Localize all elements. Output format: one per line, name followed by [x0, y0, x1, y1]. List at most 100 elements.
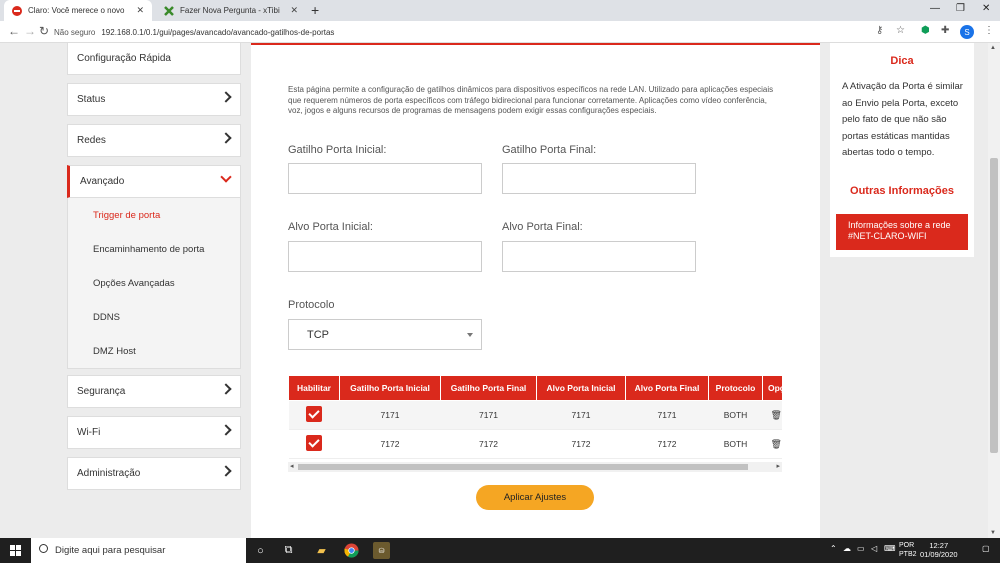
submenu-item-dmz-host[interactable]: DMZ Host: [68, 334, 240, 368]
trigger-start-input[interactable]: [288, 163, 482, 194]
chevron-right-icon: [220, 465, 232, 477]
target-end-input[interactable]: [502, 241, 696, 272]
chevron-right-icon: [220, 132, 232, 144]
keyboard-layout: PTB2: [899, 551, 917, 558]
network-icon[interactable]: ▭: [857, 544, 865, 553]
taskbar-search[interactable]: Digite aqui para pesquisar: [31, 538, 246, 563]
chevron-right-icon: [220, 91, 232, 103]
scroll-up-icon[interactable]: ▲: [990, 45, 996, 51]
page-description: Esta página permite a configuração de ga…: [288, 85, 774, 115]
column-header: Alvo Porta Final: [625, 375, 709, 401]
trash-icon[interactable]: 🗑: [771, 410, 782, 420]
sidebar-item-administracao[interactable]: Administração: [67, 457, 241, 490]
network-info-button[interactable]: Informações sobre a rede #NET-CLARO-WIFI: [836, 214, 968, 250]
table-cell: 7171: [625, 400, 709, 430]
column-header: Gatilho Porta Final: [440, 375, 537, 401]
trash-icon[interactable]: 🗑: [771, 439, 782, 449]
table-horizontal-scrollbar[interactable]: ◂ ▸: [288, 462, 782, 472]
windows-taskbar: Digite aqui para pesquisar ○ ⧉ ▰ ⛁ ⌃ ☁ ▭…: [0, 538, 1000, 563]
enable-checkbox[interactable]: [306, 435, 322, 451]
port-trigger-table: Habilitar Gatilho Porta Inicial Gatilho …: [288, 375, 782, 474]
notifications-icon[interactable]: ▢: [982, 544, 990, 553]
sidebar-item-label: Avançado: [80, 176, 125, 187]
column-header: Opções: [762, 375, 782, 401]
windows-start-icon[interactable]: [10, 545, 21, 556]
keyboard-icon[interactable]: ⌨: [884, 544, 896, 553]
sidebar-item-wifi[interactable]: Wi-Fi: [67, 416, 241, 449]
browser-tab-claro[interactable]: Claro: Você merece o novo ✕: [4, 0, 152, 21]
table-cell: 7171: [339, 400, 441, 430]
reload-icon[interactable]: ↻: [39, 24, 49, 38]
column-header: Alvo Porta Inicial: [536, 375, 626, 401]
sidebar-item-configuracao-rapida[interactable]: Configuração Rápida: [67, 43, 241, 75]
main-panel: Esta página permite a configuração de ga…: [251, 43, 820, 538]
sidebar-item-label: Wi-Fi: [77, 427, 101, 438]
forward-icon[interactable]: →: [24, 24, 36, 38]
browser-tab-xtibia[interactable]: Fazer Nova Pergunta - xTibia - S ✕: [156, 0, 306, 21]
scroll-left-icon[interactable]: ◂: [290, 462, 294, 470]
task-view-icon[interactable]: ⧉: [280, 542, 297, 559]
submenu-item-encaminhamento-de-porta[interactable]: Encaminhamento de porta: [68, 232, 240, 266]
table-cell: 7171: [440, 400, 537, 430]
weather-icon[interactable]: ☁: [843, 544, 851, 553]
shield-extension-icon[interactable]: ⬢: [921, 25, 930, 36]
extensions-icon[interactable]: ✚: [941, 25, 949, 36]
sidebar-item-avancado[interactable]: Avançado: [67, 165, 241, 198]
page-vertical-scrollbar[interactable]: ▲ ▼: [988, 43, 1000, 538]
table-row: 7171 7171 7171 7171 BOTH 🗑: [288, 400, 782, 430]
language-code: POR: [899, 542, 915, 549]
restore-icon[interactable]: ❐: [956, 3, 965, 14]
sidebar-item-label: Redes: [77, 135, 106, 146]
file-explorer-icon[interactable]: ▰: [313, 542, 330, 559]
bookmark-star-icon[interactable]: ☆: [896, 25, 905, 36]
table-header-row: Habilitar Gatilho Porta Inicial Gatilho …: [288, 375, 782, 401]
protocol-select[interactable]: TCP: [288, 319, 482, 350]
chevron-down-icon: [220, 171, 232, 183]
profile-avatar[interactable]: S: [960, 25, 974, 39]
table-cell: 7172: [625, 429, 709, 459]
trigger-end-input[interactable]: [502, 163, 696, 194]
table-cell: BOTH: [708, 400, 763, 430]
chevron-right-icon: [220, 424, 232, 436]
submenu-item-trigger-de-porta[interactable]: Trigger de porta: [68, 198, 240, 232]
menu-dots-icon[interactable]: ⋮: [984, 25, 994, 36]
clock-date: 01/09/2020: [920, 550, 958, 559]
column-header: Habilitar: [288, 375, 340, 401]
volume-icon[interactable]: ◁: [871, 544, 877, 553]
chevron-right-icon: [220, 383, 232, 395]
tab-title: Fazer Nova Pergunta - xTibia - S: [180, 6, 280, 15]
sidebar-item-status[interactable]: Status: [67, 83, 241, 116]
scroll-right-icon[interactable]: ▸: [776, 462, 780, 470]
key-icon[interactable]: ⚷: [876, 25, 883, 36]
minimize-icon[interactable]: —: [930, 3, 940, 14]
target-end-label: Alvo Porta Final:: [502, 221, 583, 233]
url-text[interactable]: 192.168.0.1/0.1/gui/pages/avancado/avanc…: [101, 28, 334, 37]
new-tab-icon[interactable]: +: [311, 2, 319, 18]
submenu-avancado: Trigger de porta Encaminhamento de porta…: [67, 198, 241, 369]
back-icon[interactable]: ←: [8, 24, 20, 38]
target-start-input[interactable]: [288, 241, 482, 272]
address-bar[interactable]: Não seguro 192.168.0.1/0.1/gui/pages/ava…: [54, 24, 434, 40]
submenu-item-ddns[interactable]: DDNS: [68, 300, 240, 334]
apply-settings-button[interactable]: Aplicar Ajustes: [476, 485, 594, 510]
close-tab-icon[interactable]: ✕: [290, 5, 298, 16]
sidebar-item-redes[interactable]: Redes: [67, 124, 241, 157]
game-app-icon[interactable]: ⛁: [373, 542, 390, 559]
enable-checkbox[interactable]: [306, 406, 322, 422]
taskbar-clock[interactable]: 12:27 01/09/2020: [920, 541, 958, 559]
chrome-icon[interactable]: [343, 542, 360, 559]
close-window-icon[interactable]: ✕: [982, 3, 990, 14]
scrollbar-thumb[interactable]: [990, 158, 998, 453]
scrollbar-thumb[interactable]: [298, 464, 748, 470]
input-language[interactable]: POR PTB2: [899, 541, 917, 559]
scroll-down-icon[interactable]: ▼: [990, 530, 996, 536]
sidebar-item-seguranca[interactable]: Segurança: [67, 375, 241, 408]
security-label[interactable]: Não seguro: [54, 28, 95, 37]
submenu-item-opcoes-avancadas[interactable]: Opções Avançadas: [68, 266, 240, 300]
claro-favicon-icon: [12, 5, 22, 16]
close-tab-icon[interactable]: ✕: [136, 5, 144, 16]
clock-time: 12:27: [929, 541, 949, 550]
table-cell: 7171: [536, 400, 626, 430]
cortana-icon[interactable]: ○: [252, 542, 269, 559]
tray-overflow-icon[interactable]: ⌃: [830, 544, 837, 553]
